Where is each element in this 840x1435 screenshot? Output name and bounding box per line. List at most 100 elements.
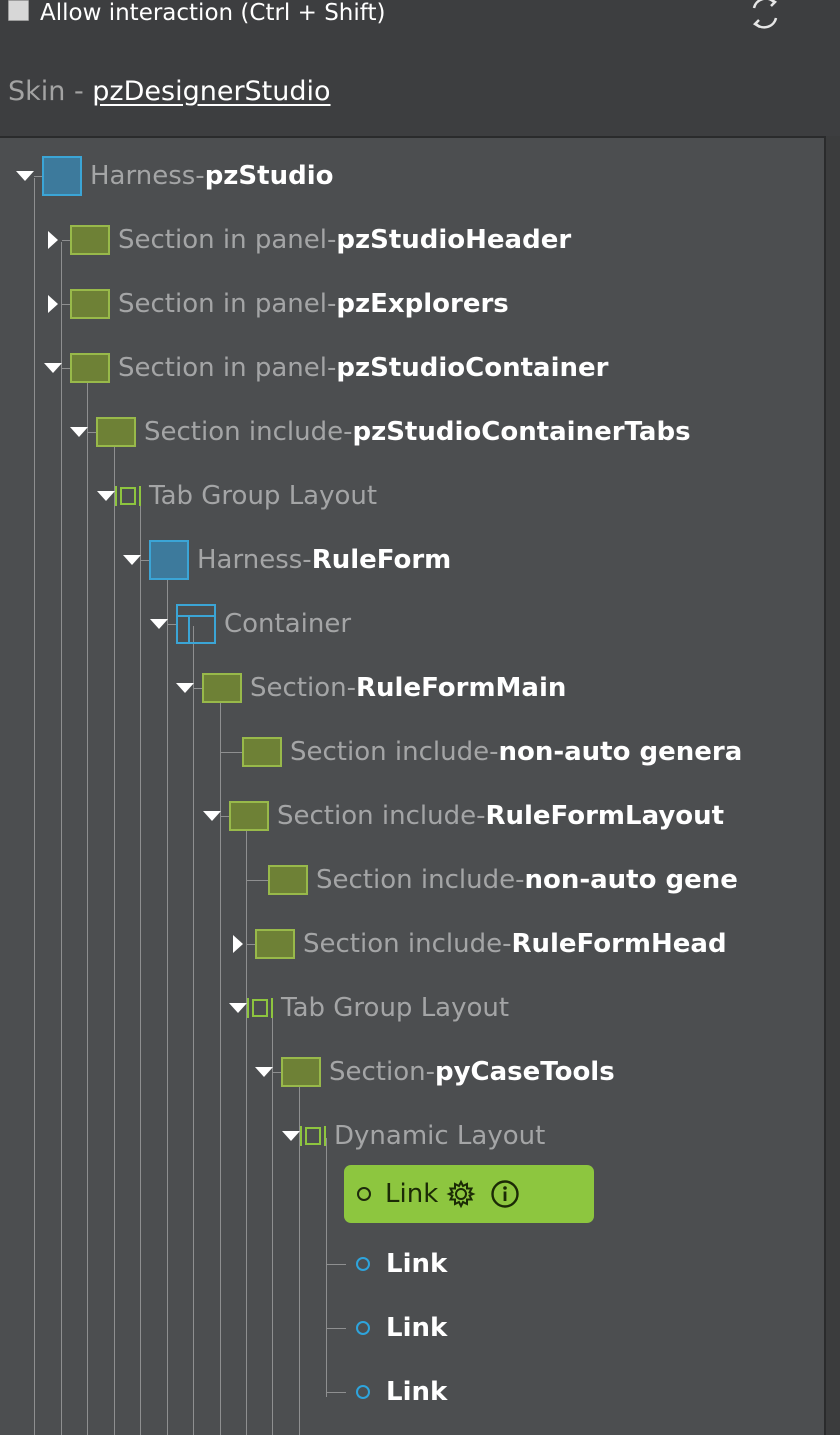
node-type: Section xyxy=(329,1057,426,1087)
ui-tree: Harness - pzStudio Section in panel - pz… xyxy=(0,136,824,1435)
expand-arrow-icon[interactable] xyxy=(229,980,247,1036)
node-type: Section in panel xyxy=(118,353,327,383)
node-name: non-auto gene xyxy=(524,865,738,895)
section-icon xyxy=(70,289,110,319)
harness-icon xyxy=(42,156,82,196)
node-name: non-auto genera xyxy=(498,737,743,767)
node-separator: - xyxy=(476,801,486,831)
refresh-icon[interactable] xyxy=(748,0,782,32)
tree-node-section-include-ruleformhead[interactable]: Section include - RuleFormHead xyxy=(229,916,727,972)
node-name: pzExplorers xyxy=(336,289,509,319)
tree-node-link-4[interactable]: Link xyxy=(326,1364,447,1420)
expand-arrow-icon[interactable] xyxy=(176,660,194,716)
section-icon xyxy=(281,1057,321,1087)
allow-interaction-checkbox[interactable] xyxy=(8,0,29,21)
section-icon xyxy=(202,673,242,703)
collapsed-arrow-icon[interactable] xyxy=(44,276,62,332)
expand-arrow-icon[interactable] xyxy=(16,148,34,204)
node-type: Dynamic Layout xyxy=(334,1121,546,1151)
tree-guide xyxy=(87,370,88,1435)
section-icon xyxy=(70,353,110,383)
node-type: Section include xyxy=(144,417,344,447)
tree-node-section-pzstudiocontainer[interactable]: Section in panel - pzStudioContainer xyxy=(44,340,608,396)
node-separator: - xyxy=(346,673,356,703)
tree-node-link-2[interactable]: Link xyxy=(326,1236,447,1292)
tree-node-section-include-ruleformlayout[interactable]: Section include - RuleFormLayout xyxy=(203,788,724,844)
expand-arrow-icon[interactable] xyxy=(44,340,62,396)
section-icon xyxy=(255,929,295,959)
node-type: Harness xyxy=(197,545,303,575)
tree-node-dynamic-layout[interactable]: Dynamic Layout xyxy=(282,1108,545,1164)
node-name: pzStudio xyxy=(204,161,334,191)
tree-node-harness-ruleform[interactable]: Harness - RuleForm xyxy=(123,532,451,588)
node-separator: - xyxy=(489,737,499,767)
section-icon xyxy=(242,737,282,767)
tree-node-tab-group-layout-2[interactable]: Tab Group Layout xyxy=(229,980,509,1036)
expand-arrow-icon[interactable] xyxy=(123,532,141,588)
tree-node-container[interactable]: Container xyxy=(150,596,351,652)
tree-node-section-include-pzstudiocontainertabs[interactable]: Section include - pzStudioContainerTabs xyxy=(70,404,691,460)
node-separator: - xyxy=(502,929,512,959)
expand-arrow-icon[interactable] xyxy=(150,596,168,652)
inspector-header: Allow interaction (Ctrl + Shift) Skin - … xyxy=(0,0,840,136)
tree-node-link-3[interactable]: Link xyxy=(326,1300,447,1356)
node-type: Harness xyxy=(90,161,196,191)
info-icon[interactable] xyxy=(490,1179,520,1209)
tree-guide xyxy=(193,626,194,1435)
layout-icon xyxy=(115,486,141,506)
node-type: Section include xyxy=(290,737,490,767)
tree-node-section-include-non-auto[interactable]: Section include - non-auto genera xyxy=(220,724,742,780)
node-name: pzStudioHeader xyxy=(336,225,572,255)
tree-guide xyxy=(167,562,168,1435)
container-icon xyxy=(176,604,216,644)
tree-guide xyxy=(246,818,247,1435)
node-separator: - xyxy=(326,225,337,255)
node-separator: - xyxy=(302,545,312,575)
node-type: Section in panel xyxy=(118,289,327,319)
collapsed-arrow-icon[interactable] xyxy=(229,916,247,972)
expand-arrow-icon[interactable] xyxy=(203,788,221,844)
node-type: Section xyxy=(250,673,347,703)
node-separator: - xyxy=(425,1057,435,1087)
node-type: Section include xyxy=(303,929,503,959)
layout-icon xyxy=(247,998,273,1018)
section-icon xyxy=(229,801,269,831)
inspector-panel: Allow interaction (Ctrl + Shift) Skin - … xyxy=(0,0,840,1435)
node-type: Section include xyxy=(277,801,477,831)
node-separator: - xyxy=(195,161,205,191)
link-label: Link xyxy=(386,1249,448,1279)
node-type: Section include xyxy=(316,865,516,895)
expand-arrow-icon[interactable] xyxy=(282,1108,300,1164)
tree-node-section-pzstudioheader[interactable]: Section in panel - pzStudioHeader xyxy=(44,212,571,268)
link-dot-icon xyxy=(357,1187,371,1201)
tree-node-section-ruleformmain[interactable]: Section - RuleFormMain xyxy=(176,660,566,716)
node-name: RuleFormMain xyxy=(356,673,567,703)
tree-node-tab-group-layout[interactable]: Tab Group Layout xyxy=(97,468,377,524)
tree-guide xyxy=(61,242,62,1435)
allow-interaction-label[interactable]: Allow interaction (Ctrl + Shift) xyxy=(40,0,385,30)
node-name: RuleFormLayout xyxy=(485,801,725,831)
expand-arrow-icon[interactable] xyxy=(255,1044,273,1100)
tree-node-harness-pzstudio[interactable]: Harness - pzStudio xyxy=(16,148,333,204)
tree-node-section-include-non-auto-2[interactable]: Section include - non-auto gene xyxy=(246,852,738,908)
expand-arrow-icon[interactable] xyxy=(97,468,115,524)
node-separator: - xyxy=(515,865,525,895)
node-name: pzStudioContainerTabs xyxy=(352,417,691,447)
skin-prefix: Skin - xyxy=(8,76,93,107)
node-name: pyCaseTools xyxy=(435,1057,615,1087)
skin-link[interactable]: pzDesignerStudio xyxy=(92,76,330,107)
tree-node-section-pzexplorers[interactable]: Section in panel - pzExplorers xyxy=(44,276,509,332)
section-icon xyxy=(96,417,136,447)
panel-scroll-edge[interactable] xyxy=(824,136,840,1435)
link-dot-icon xyxy=(356,1321,370,1335)
link-label: Link xyxy=(386,1377,448,1407)
layout-icon xyxy=(300,1126,326,1146)
gear-icon[interactable] xyxy=(446,1179,476,1209)
node-name: RuleForm xyxy=(311,545,452,575)
tree-node-section-pycasetools[interactable]: Section - pyCaseTools xyxy=(255,1044,615,1100)
skin-row: Skin - pzDesignerStudio xyxy=(8,72,331,112)
expand-arrow-icon[interactable] xyxy=(70,404,88,460)
tree-node-link-selected[interactable]: Link xyxy=(344,1165,594,1223)
collapsed-arrow-icon[interactable] xyxy=(44,212,62,268)
node-separator: - xyxy=(326,353,337,383)
